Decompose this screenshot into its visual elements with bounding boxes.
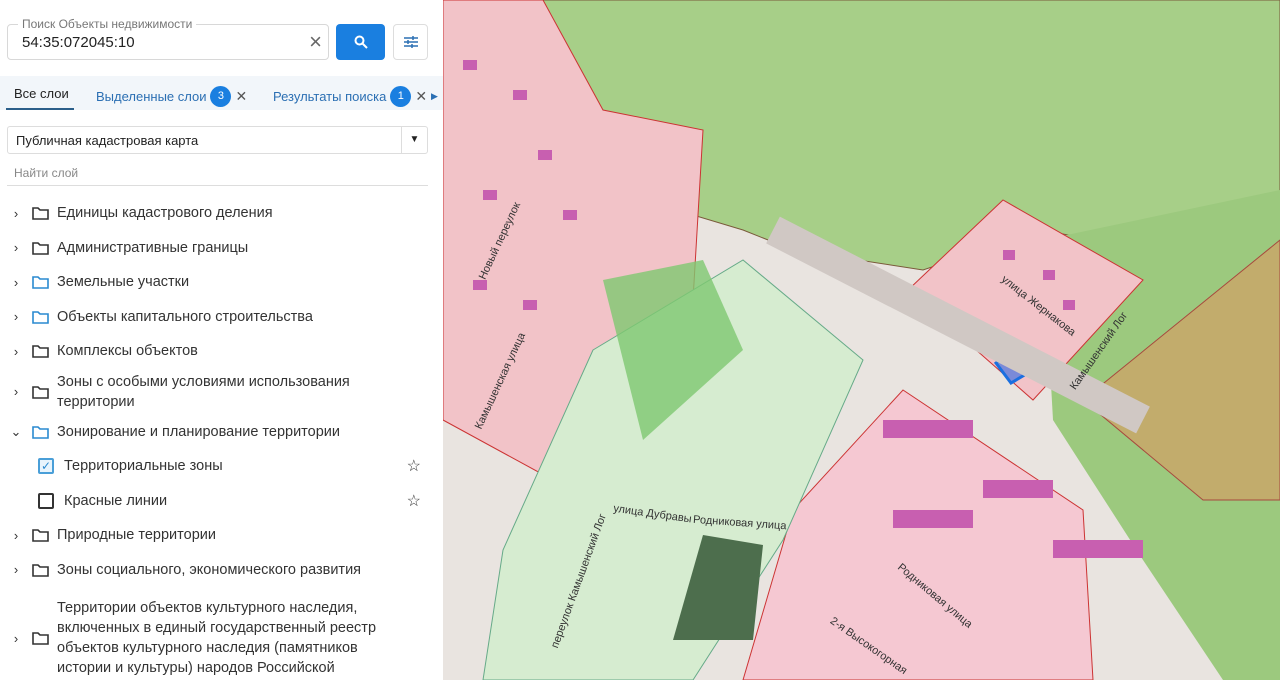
folder-icon	[32, 425, 49, 439]
layer-group[interactable]: › Комплексы объектов	[0, 334, 443, 369]
chevron-right-icon[interactable]: ›	[0, 275, 32, 290]
layer-group[interactable]: › Административные границы	[0, 231, 443, 266]
tab-label: Все слои	[14, 86, 69, 101]
dropdown-arrow-icon[interactable]: ▼	[401, 127, 427, 153]
layer-checkbox[interactable]: ✓	[38, 458, 54, 475]
folder-icon	[32, 563, 49, 577]
layer-group-label: Зонирование и планирование территории	[57, 423, 340, 440]
layer-group[interactable]: ⌄ Зонирование и планирование территории	[0, 415, 443, 450]
tab-selected-layers[interactable]: Выделенные слои 3 ✕	[96, 86, 247, 107]
star-icon[interactable]: ☆	[407, 491, 421, 511]
layer-item[interactable]: ✓ Территориальные зоны ☆	[0, 449, 443, 484]
chevron-right-icon[interactable]: ›	[0, 309, 32, 324]
tabs-bar: Все слои Выделенные слои 3 ✕ Результаты по…	[0, 76, 443, 110]
count-badge: 1	[390, 86, 412, 107]
chevron-right-icon[interactable]: ›	[0, 562, 32, 577]
layer-group-label: Административные границы	[57, 239, 249, 256]
layers-panel: Поиск Объекты недвижимости 54:35:072045:…	[0, 0, 443, 680]
layer-tree: › Единицы кадастрового деления › Администра…	[0, 196, 443, 680]
layer-group-label: Единицы кадастрового деления	[57, 205, 273, 222]
chevron-right-icon[interactable]: ›	[0, 344, 32, 359]
layer-group[interactable]: › Территории объектов культурного наследи…	[0, 593, 443, 680]
search-label: Поиск Объекты недвижимости	[18, 17, 197, 31]
chevron-right-icon[interactable]: ›	[0, 240, 32, 255]
search-input[interactable]: 54:35:072045:10	[22, 34, 135, 51]
folder-icon	[32, 310, 49, 324]
star-icon[interactable]: ☆	[407, 456, 421, 476]
chevron-right-icon[interactable]: ›	[0, 631, 32, 646]
layer-group-label: Земельные участки	[57, 274, 190, 291]
layer-group[interactable]: › Земельные участки	[0, 265, 443, 300]
tab-search-results[interactable]: Результаты поиска 1 ✕ ▶	[273, 86, 438, 107]
layer-checkbox[interactable]	[38, 492, 54, 509]
basemap-value: Публичная кадастровая карта	[16, 133, 199, 148]
clear-icon[interactable]: ×	[309, 29, 322, 55]
close-icon[interactable]: ✕	[415, 88, 427, 105]
folder-icon	[32, 276, 49, 290]
layer-group-label: Зоны с особыми условиями использования т…	[57, 373, 350, 410]
folder-icon	[32, 241, 49, 255]
folder-icon	[32, 529, 49, 543]
map-canvas[interactable]: улица Жернакова Камышенский Лог улица Ду…	[443, 0, 1280, 680]
layer-group[interactable]: › Единицы кадастрового деления	[0, 196, 443, 231]
tab-all-layers[interactable]: Все слои	[14, 86, 69, 101]
chevron-right-icon[interactable]: ›	[0, 384, 32, 399]
chevron-right-icon[interactable]: ›	[0, 528, 32, 543]
layer-group-label: Природные территории	[57, 527, 216, 544]
layer-group[interactable]: › Природные территории	[0, 518, 443, 553]
layer-label: Красные линии	[64, 492, 168, 509]
search-icon	[354, 35, 368, 49]
scroll-right-icon[interactable]: ▶	[431, 91, 438, 102]
layer-group[interactable]: › Зоны социального, экономического развит…	[0, 553, 443, 588]
basemap-select[interactable]: Публичная кадастровая карта ▼	[7, 126, 428, 154]
sliders-icon	[403, 36, 418, 48]
map-layer	[443, 0, 1280, 680]
tab-label: Результаты поиска	[273, 89, 387, 104]
layer-group-label: Территории объектов культурного наследия…	[57, 600, 377, 676]
layer-group[interactable]: › Объекты капитального строительства	[0, 300, 443, 335]
layer-search-input[interactable]: Найти слой	[7, 166, 428, 186]
filter-button[interactable]	[393, 24, 428, 60]
tab-label: Выделенные слои	[96, 89, 207, 104]
count-badge: 3	[210, 86, 232, 107]
layer-group-label: Объекты капитального строительства	[57, 308, 313, 325]
close-icon[interactable]: ✕	[235, 88, 247, 105]
folder-icon	[32, 385, 49, 399]
layer-group[interactable]: › Зоны с особыми условиями использования …	[0, 369, 443, 415]
layer-item[interactable]: Красные линии ☆	[0, 484, 443, 519]
layer-group-label: Зоны социального, экономического развити…	[57, 561, 362, 578]
folder-icon	[32, 345, 49, 359]
folder-icon	[32, 632, 49, 645]
active-tab-indicator	[6, 108, 74, 110]
chevron-right-icon[interactable]: ›	[0, 206, 32, 221]
chevron-down-icon[interactable]: ⌄	[0, 424, 32, 440]
search-button[interactable]	[336, 24, 385, 60]
folder-icon	[32, 207, 49, 221]
search-field[interactable]: Поиск Объекты недвижимости 54:35:072045:…	[7, 17, 329, 60]
layer-group-label: Комплексы объектов	[57, 343, 198, 360]
layer-label: Территориальные зоны	[64, 458, 223, 475]
